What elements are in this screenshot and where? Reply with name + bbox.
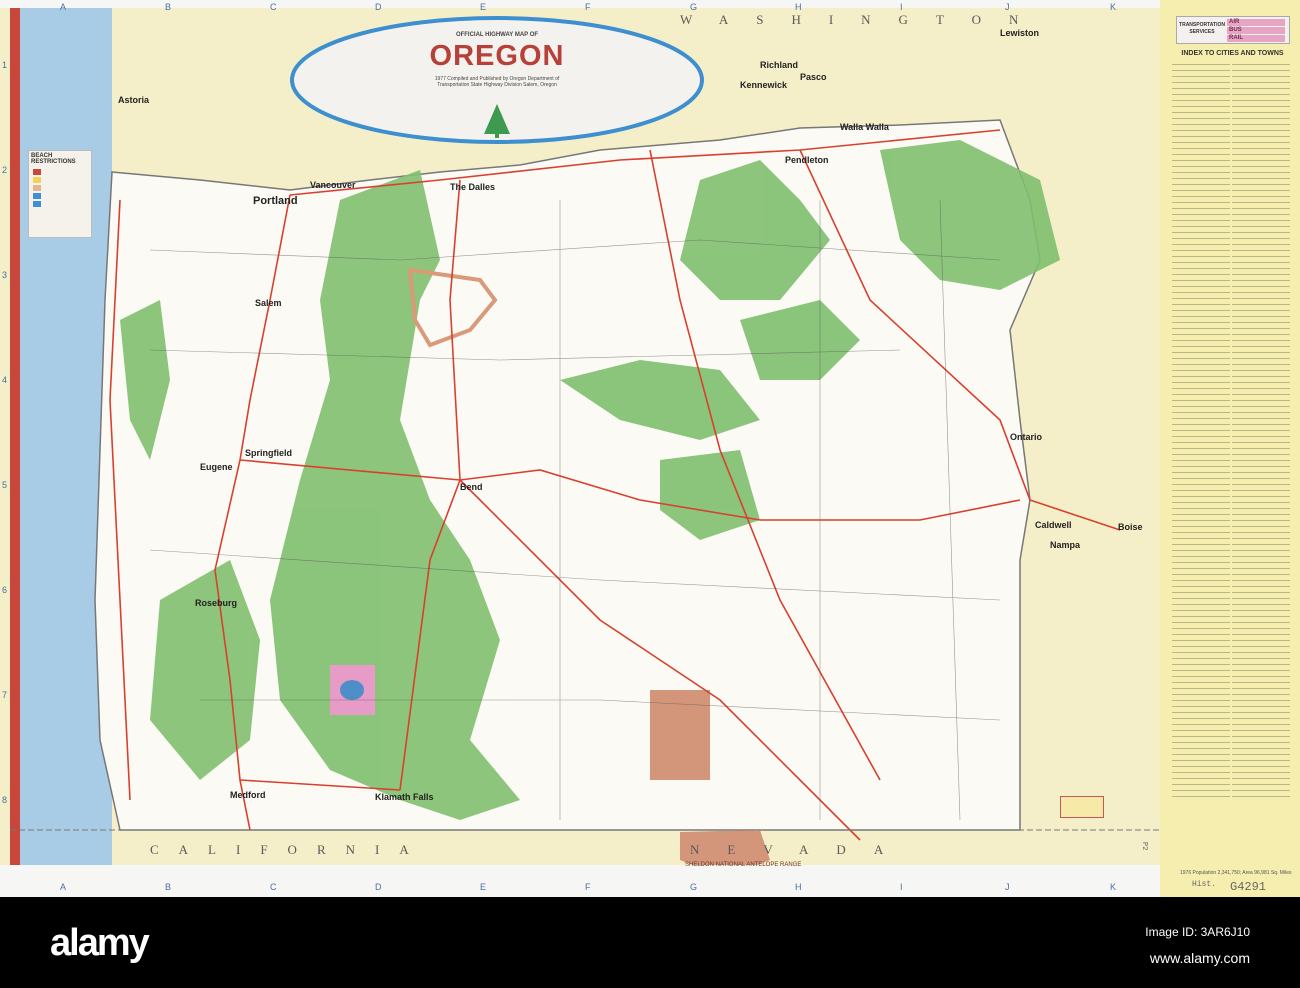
city-klamath-falls: Klamath Falls — [375, 792, 434, 802]
grid-number: 6 — [2, 585, 8, 595]
grid-letter: C — [270, 882, 277, 892]
catalog-note: Hist. — [1192, 880, 1217, 889]
watermark-image-id: Image ID: 3AR6J10 — [1145, 925, 1250, 939]
city-astoria: Astoria — [118, 95, 150, 105]
city-kennewick: Kennewick — [740, 80, 788, 90]
mode-bus: BUS — [1227, 27, 1285, 34]
grid-number: 1 — [2, 60, 8, 70]
beach-restriction-strip — [10, 0, 20, 897]
grid-letter: H — [795, 882, 802, 892]
grid-letter: E — [480, 882, 487, 892]
beach-restrictions-legend: BEACH RESTRICTIONS — [28, 150, 92, 238]
grid-letter: C — [270, 2, 277, 12]
label-washington: WASHINGTON — [680, 12, 1047, 27]
index-column-1 — [1172, 62, 1230, 802]
grid-letter: D — [375, 882, 382, 892]
city-vancouver: Vancouver — [310, 180, 356, 190]
pacific-ocean — [12, 0, 112, 897]
grid-letter: E — [480, 2, 487, 12]
city-medford: Medford — [230, 790, 266, 800]
index-title: INDEX TO CITIES AND TOWNS — [1181, 50, 1284, 57]
transportation-label: TRANSPORTATION SERVICES — [1179, 22, 1225, 35]
city-walla-walla: Walla Walla — [840, 122, 889, 132]
city-ontario: Ontario — [1010, 432, 1043, 442]
population-note: 1976 Population 2,341,750; Area 96,981 S… — [1180, 870, 1292, 876]
city-pasco: Pasco — [800, 72, 827, 82]
city-bend: Bend — [460, 482, 483, 492]
grid-number: 3 — [2, 270, 8, 280]
city-index-panel: TRANSPORTATION SERVICES AIR BUS RAIL IND… — [1160, 0, 1300, 897]
city-lewiston: Lewiston — [1000, 28, 1040, 38]
grid-letter: F — [585, 2, 591, 12]
grid-letter: B — [165, 882, 172, 892]
city-portland: Portland — [253, 195, 298, 207]
grid-letter: F — [585, 882, 591, 892]
oregon-highway-map: OFFICIAL HIGHWAY MAP OF OREGON 1977 Comp… — [0, 0, 1300, 897]
label-nevada: NEVADA — [690, 842, 912, 857]
grid-letter: I — [900, 2, 903, 12]
grid-number: 2 — [2, 165, 8, 175]
grid-letter: J — [1005, 2, 1010, 12]
grid-letter: A — [60, 2, 67, 12]
city-richland: Richland — [760, 60, 799, 70]
mode-air: AIR — [1227, 19, 1285, 26]
legend-subtitle: OFFICIAL HIGHWAY MAP OF — [455, 32, 539, 38]
grid-letter: B — [165, 2, 172, 12]
hart-mountain-refuge — [650, 690, 710, 780]
grid-letter: K — [1110, 2, 1117, 12]
tree-logo-icon — [484, 104, 510, 138]
grid-letter: A — [60, 882, 67, 892]
grid-letter: G — [690, 2, 698, 12]
watermark-url: www.alamy.com — [1149, 950, 1250, 966]
watermark-logo: alamy — [50, 922, 150, 964]
city-nampa: Nampa — [1050, 540, 1081, 550]
grid-letter: I — [900, 882, 903, 892]
grid-number: 4 — [2, 375, 8, 385]
publisher-credit: 1977 Compiled and Published by Oregon De… — [434, 76, 560, 88]
grid-letter: K — [1110, 882, 1117, 892]
city-the-dalles: The Dalles — [450, 182, 496, 192]
bottom-margin — [0, 865, 1160, 897]
crater-lake — [340, 680, 364, 700]
map-note-box — [1060, 796, 1104, 818]
grid-number: 5 — [2, 480, 8, 490]
city-salem: Salem — [255, 298, 282, 308]
transportation-services-box: TRANSPORTATION SERVICES AIR BUS RAIL — [1176, 16, 1290, 44]
mode-rail: RAIL — [1227, 35, 1285, 42]
city-caldwell: Caldwell — [1035, 520, 1072, 530]
city-pendleton: Pendleton — [785, 155, 829, 165]
beach-restrictions-title: BEACH RESTRICTIONS — [31, 153, 76, 165]
map-title: OREGON — [429, 40, 565, 72]
label-california: CALIFORNIA — [150, 842, 429, 857]
grid-number: 8 — [2, 795, 8, 805]
sheldon-range-label: SHELDON NATIONAL ANTELOPE RANGE — [685, 862, 802, 868]
city-roseburg: Roseburg — [195, 598, 238, 608]
top-margin — [0, 0, 1160, 8]
grid-letter: J — [1005, 882, 1010, 892]
grid-number: 7 — [2, 690, 8, 700]
city-springfield: Springfield — [245, 448, 292, 458]
page: OFFICIAL HIGHWAY MAP OF OREGON 1977 Comp… — [0, 0, 1300, 988]
grid-letter: D — [375, 2, 382, 12]
grid-letter: G — [690, 882, 698, 892]
grid-letter: H — [795, 2, 802, 12]
map-legend: OFFICIAL HIGHWAY MAP OF OREGON 1977 Comp… — [292, 22, 702, 142]
index-column-2 — [1232, 62, 1290, 802]
city-boise: Boise — [1118, 522, 1143, 532]
handwritten-year: G4291 — [1230, 880, 1267, 894]
catalog-stamp: P2 — [1140, 842, 1148, 851]
city-eugene: Eugene — [200, 462, 233, 472]
